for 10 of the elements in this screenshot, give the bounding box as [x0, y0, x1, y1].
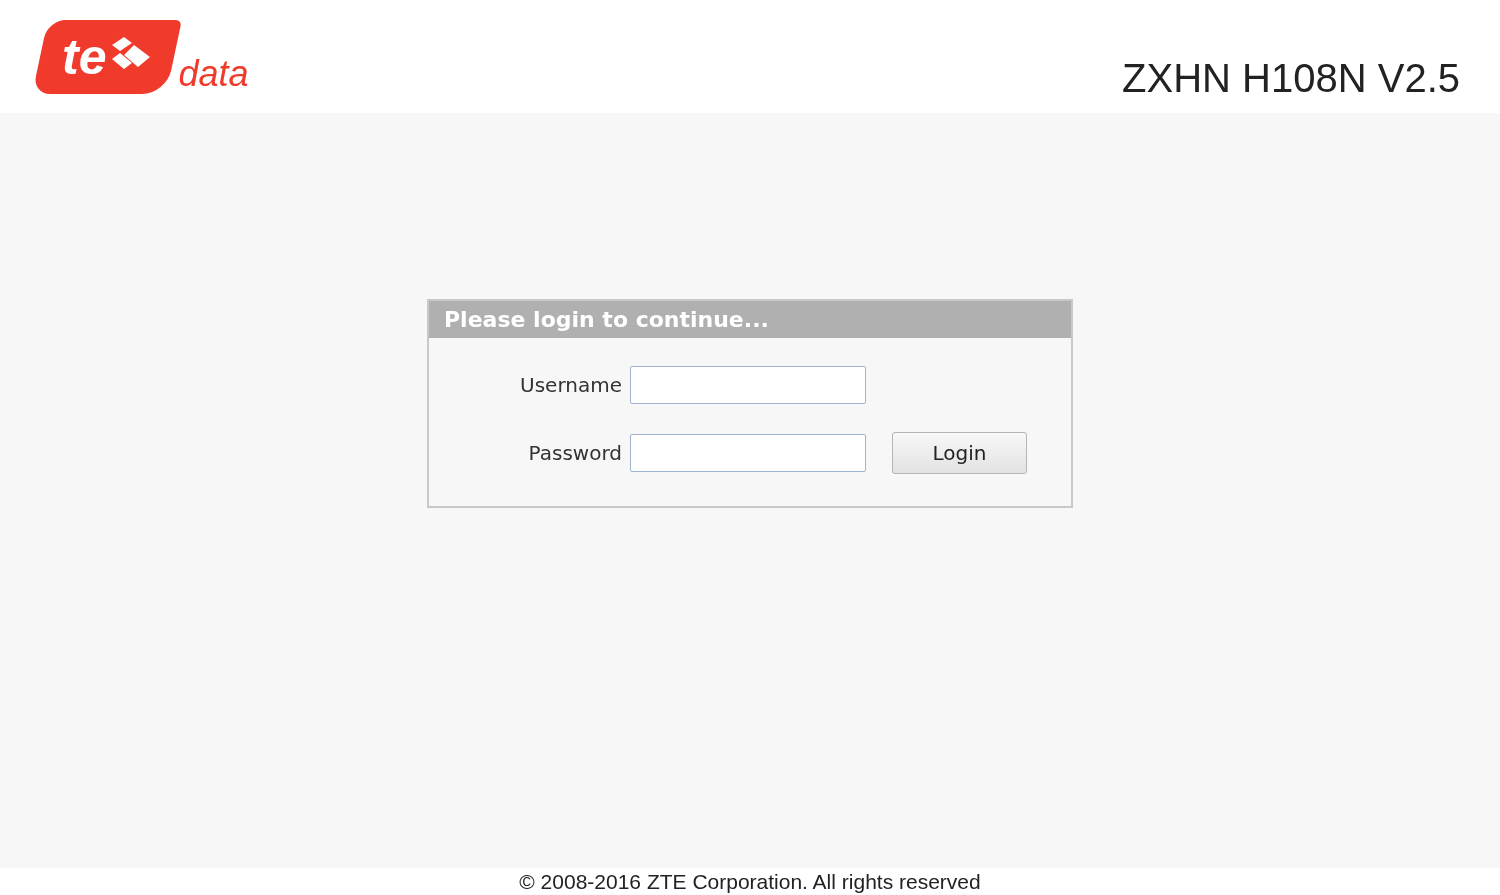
field-label: Password	[527, 440, 622, 467]
login-button[interactable]: Login	[892, 432, 1027, 474]
logo-mark: te	[62, 32, 107, 82]
logo-word: data	[178, 56, 249, 92]
field-label: Username	[519, 372, 622, 399]
copyright-text: © 2008-2016 ZTE Corporation. All rights reserved	[519, 868, 981, 895]
login-title: Please login to continue...	[429, 301, 1071, 338]
input-field[interactable]	[630, 434, 866, 472]
input-field[interactable]	[630, 366, 866, 404]
model-name: ZXHN H108N V2.5	[1122, 58, 1460, 98]
